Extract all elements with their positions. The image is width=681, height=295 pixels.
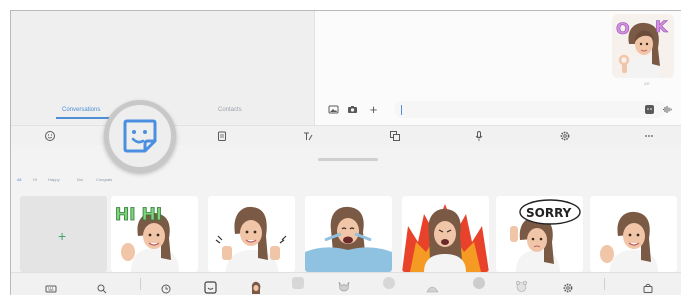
recent-icon[interactable] bbox=[160, 282, 172, 294]
angry-fire-sticker-icon bbox=[402, 204, 489, 272]
crying-sticker-icon bbox=[305, 206, 392, 272]
pack-1-icon[interactable] bbox=[292, 277, 304, 289]
category-all[interactable]: All bbox=[17, 177, 21, 182]
mic-icon[interactable] bbox=[473, 130, 485, 142]
panel-drag-handle[interactable] bbox=[318, 158, 378, 161]
category-happy[interactable]: Happy bbox=[48, 177, 60, 182]
thumbs-up-sticker-icon bbox=[215, 206, 287, 272]
search-icon[interactable] bbox=[96, 282, 108, 294]
plus-icon[interactable]: + bbox=[368, 103, 379, 116]
sticker-tile[interactable]: SORRY bbox=[496, 196, 583, 272]
image-icon[interactable] bbox=[328, 104, 339, 115]
compose-bar: + bbox=[326, 100, 678, 120]
add-plus-icon: + bbox=[58, 228, 67, 244]
sticker-icon bbox=[123, 119, 157, 153]
category-congrats[interactable]: Congrats bbox=[96, 177, 112, 182]
svg-text:O: O bbox=[616, 19, 630, 38]
divider bbox=[140, 278, 141, 290]
sticker-tile[interactable] bbox=[590, 196, 677, 272]
pack-3-icon[interactable] bbox=[383, 277, 395, 289]
sticker-tile[interactable] bbox=[305, 196, 392, 272]
pack-5-icon[interactable] bbox=[473, 277, 485, 289]
svg-text:HI HI: HI HI bbox=[115, 205, 162, 225]
emoji-icon[interactable] bbox=[44, 130, 56, 142]
emoji-sticker-icon[interactable] bbox=[644, 104, 655, 115]
sticker-button-highlight[interactable] bbox=[104, 100, 176, 172]
translate-icon[interactable] bbox=[389, 130, 401, 142]
category-hi[interactable]: Hi bbox=[33, 177, 37, 182]
store-icon[interactable] bbox=[642, 281, 654, 293]
pack-4-icon[interactable] bbox=[426, 281, 439, 293]
hi-hi-sticker-icon: HI HI bbox=[115, 205, 179, 272]
panel-settings-icon[interactable] bbox=[562, 281, 574, 293]
pack-6-icon[interactable] bbox=[515, 280, 528, 293]
my-emoji-icon[interactable] bbox=[204, 281, 217, 294]
ok-sticker-icon: O K bbox=[612, 14, 674, 78]
sticker-tile[interactable]: HI HI bbox=[111, 196, 198, 272]
message-time: AR bbox=[644, 81, 650, 86]
pack-2-icon[interactable] bbox=[337, 280, 351, 294]
voice-icon[interactable] bbox=[662, 104, 673, 115]
message-input[interactable] bbox=[394, 101, 666, 118]
sticker-tile[interactable] bbox=[402, 196, 489, 272]
clipboard-icon[interactable] bbox=[216, 130, 228, 142]
svg-text:K: K bbox=[655, 17, 668, 36]
divider bbox=[604, 278, 605, 290]
tab-conversations-indicator bbox=[56, 117, 114, 119]
keyboard-icon[interactable] bbox=[45, 282, 57, 294]
wave-sticker-icon bbox=[600, 211, 658, 272]
camera-icon[interactable] bbox=[347, 104, 358, 115]
avatar-icon[interactable] bbox=[250, 281, 262, 294]
text-cursor bbox=[401, 105, 402, 115]
tab-contacts[interactable]: Contacts bbox=[218, 107, 242, 113]
category-no[interactable]: No! bbox=[77, 177, 83, 182]
sticker-tile[interactable] bbox=[208, 196, 295, 272]
settings-icon[interactable] bbox=[559, 130, 571, 142]
tab-conversations[interactable]: Conversations bbox=[62, 107, 100, 113]
sent-ok-sticker[interactable]: O K bbox=[612, 14, 674, 78]
handwriting-icon[interactable] bbox=[302, 130, 314, 142]
more-icon[interactable] bbox=[643, 130, 655, 142]
sorry-sticker-icon: SORRY bbox=[510, 199, 581, 272]
svg-text:SORRY: SORRY bbox=[526, 206, 572, 220]
